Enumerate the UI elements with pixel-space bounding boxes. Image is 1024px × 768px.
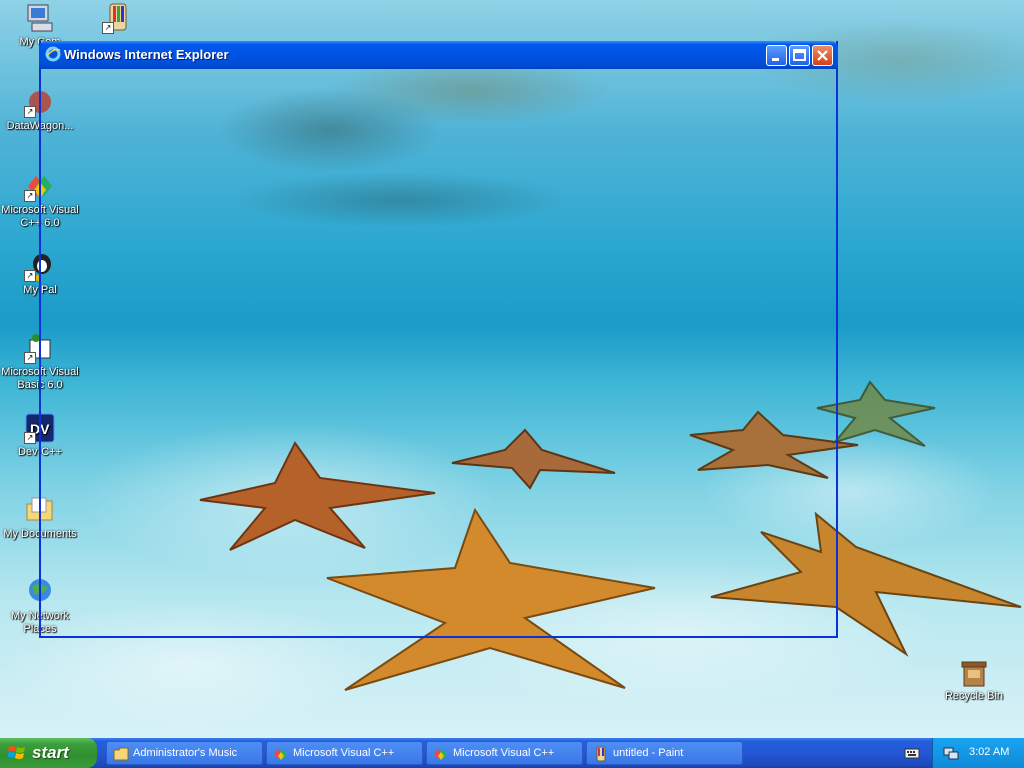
windows-logo-icon xyxy=(8,746,25,759)
shortcut-arrow-icon: ↗ xyxy=(24,432,36,444)
visual-cpp-icon xyxy=(274,749,287,760)
taskbar-button-label: Administrator's Music xyxy=(133,747,238,759)
network-tray-icon[interactable] xyxy=(943,745,959,761)
shortcut-arrow-icon: ↗ xyxy=(24,106,36,118)
shortcut-arrow-icon: ↗ xyxy=(24,270,36,282)
ie-window-titlebar[interactable]: Windows Internet Explorer xyxy=(39,41,838,69)
shortcut-arrow-icon: ↗ xyxy=(24,190,36,202)
taskbar-button-label: Microsoft Visual C++ xyxy=(453,747,555,759)
minimize-button[interactable] xyxy=(766,45,787,66)
taskbar-button-label: untitled - Paint xyxy=(613,747,684,759)
ie-window-frame[interactable] xyxy=(39,41,838,638)
paint-icon xyxy=(596,746,606,762)
window-title: Windows Internet Explorer xyxy=(64,47,229,62)
desktop-icon-recycle-bin[interactable]: Recycle Bin xyxy=(934,656,1014,703)
minimize-icon xyxy=(772,58,779,61)
taskbar-button-paint[interactable]: untitled - Paint xyxy=(586,741,743,765)
keyboard-icon[interactable] xyxy=(904,746,920,760)
folder-icon xyxy=(113,747,129,761)
start-button[interactable]: start xyxy=(0,738,97,768)
system-tray: 3:02 AM xyxy=(932,738,1024,768)
maximize-button[interactable] xyxy=(789,45,810,66)
shortcut-arrow-icon: ↗ xyxy=(102,22,114,34)
internet-explorer-icon xyxy=(45,46,61,62)
taskbar-button-visual-cpp-2[interactable]: Microsoft Visual C++ xyxy=(426,741,583,765)
desktop-icon-label: Recycle Bin xyxy=(944,690,1004,702)
visual-cpp-icon xyxy=(434,749,447,760)
maximize-icon xyxy=(793,49,806,61)
computer-icon xyxy=(24,2,56,34)
recycle-bin-icon xyxy=(958,656,990,688)
taskbar: start Administrator's Music Microsoft Vi… xyxy=(0,738,1024,768)
desktop-icon-paint-shortcut[interactable]: ↗ xyxy=(78,2,158,36)
paint-icon: ↗ xyxy=(102,2,134,34)
close-button[interactable] xyxy=(812,45,833,66)
taskbar-button-label: Microsoft Visual C++ xyxy=(293,747,395,759)
shortcut-arrow-icon: ↗ xyxy=(24,352,36,364)
taskbar-button-visual-cpp-1[interactable]: Microsoft Visual C++ xyxy=(266,741,423,765)
taskbar-button-administrators-music[interactable]: Administrator's Music xyxy=(106,741,263,765)
close-icon xyxy=(817,50,828,61)
start-label: start xyxy=(32,743,69,762)
clock[interactable]: 3:02 AM xyxy=(969,746,1009,758)
